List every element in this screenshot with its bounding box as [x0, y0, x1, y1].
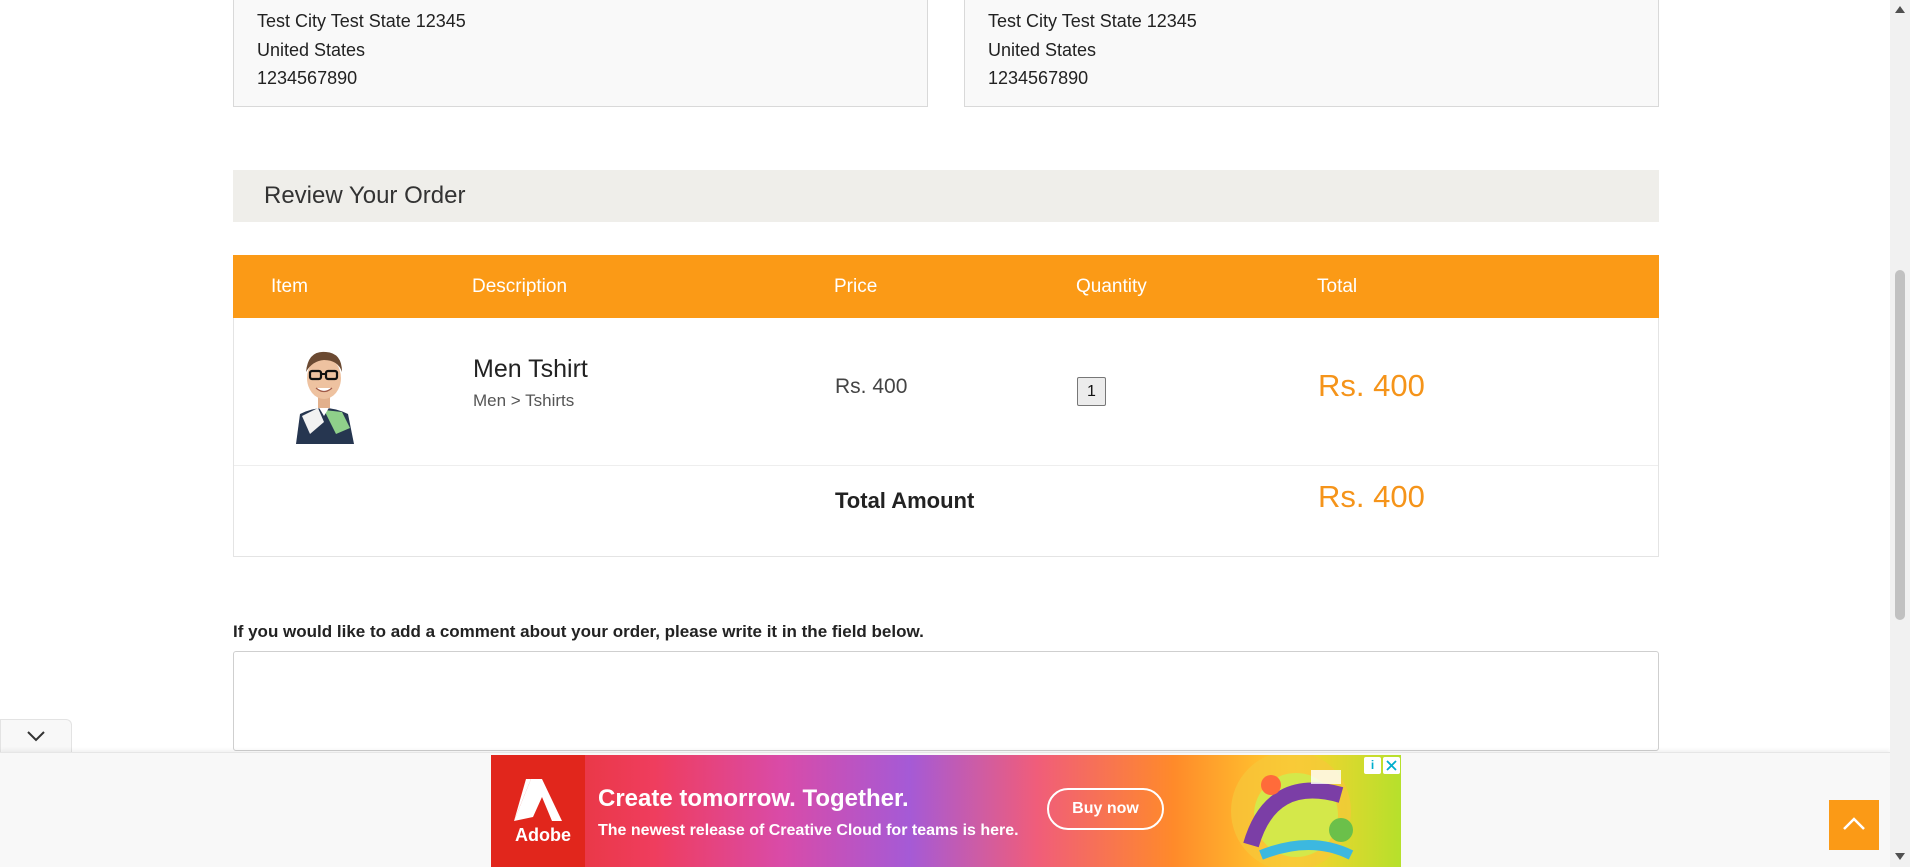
- line-total: Rs. 400: [1318, 368, 1425, 403]
- header-description: Description: [472, 276, 568, 297]
- adobe-logo-icon: [514, 779, 562, 821]
- total-amount-value: Rs. 400: [1318, 479, 1425, 514]
- billing-address-line: United States: [988, 39, 1097, 60]
- back-to-top-button[interactable]: [1829, 800, 1879, 850]
- ad-close-icon[interactable]: [1383, 757, 1400, 774]
- ad-collapse-toggle[interactable]: [0, 719, 72, 753]
- header-price: Price: [834, 276, 878, 297]
- header-total: Total: [1317, 276, 1358, 297]
- header-quantity: Quantity: [1076, 276, 1147, 297]
- adobe-logo: Adobe: [491, 755, 585, 867]
- header-item: Item: [271, 276, 308, 297]
- product-image[interactable]: [284, 342, 364, 444]
- shipping-address-line: Test City Test State 12345: [257, 11, 466, 31]
- product-name[interactable]: Men Tshirt: [473, 355, 588, 384]
- review-order-heading: Review Your Order: [233, 170, 1659, 222]
- order-table-header: Item Description Price Quantity Total: [233, 255, 1659, 318]
- ad-subline: The newest release of Creative Cloud for…: [598, 822, 1019, 839]
- scroll-up-arrow-icon[interactable]: [1895, 6, 1905, 13]
- billing-address-line: Test City Test State 12345: [988, 11, 1197, 31]
- table-row: Men Tshirt Men > Tshirts Rs. 400 1 Rs. 4…: [234, 318, 1658, 466]
- shipping-address-box: Test City Test State 12345 United States…: [233, 0, 928, 107]
- ad-info-icon[interactable]: i: [1364, 757, 1381, 774]
- order-table: Item Description Price Quantity Total Me…: [233, 255, 1659, 557]
- chevron-down-icon: [27, 731, 45, 742]
- ad-brand-name: Adobe: [515, 825, 571, 845]
- shipping-address-line: United States: [257, 39, 366, 60]
- ad-headline: Create tomorrow. Together.: [598, 785, 909, 812]
- scroll-down-arrow-icon[interactable]: [1895, 853, 1905, 860]
- billing-address-line: 1234567890: [988, 68, 1089, 88]
- product-category: Men > Tshirts: [473, 391, 575, 410]
- billing-address-box: Test City Test State 12345 United States…: [964, 0, 1659, 107]
- chevron-up-icon: [1843, 817, 1865, 830]
- comment-label: If you would like to add a comment about…: [233, 622, 924, 641]
- scrollbar-thumb[interactable]: [1895, 270, 1905, 620]
- comment-textarea[interactable]: [233, 651, 1659, 751]
- total-amount-label: Total Amount: [835, 488, 975, 513]
- checkout-page: Test City Test State 12345 United States…: [0, 0, 1890, 867]
- ad-banner[interactable]: Adobe Create tomorrow. Together. The new…: [491, 755, 1401, 867]
- ad-buy-now-button[interactable]: Buy now: [1047, 788, 1164, 830]
- quantity-value: 1: [1077, 377, 1106, 406]
- shipping-address-line: 1234567890: [257, 68, 358, 88]
- total-row: Total Amount Rs. 400: [234, 466, 1658, 556]
- page-scrollbar[interactable]: [1890, 0, 1910, 867]
- product-price: Rs. 400: [835, 375, 908, 398]
